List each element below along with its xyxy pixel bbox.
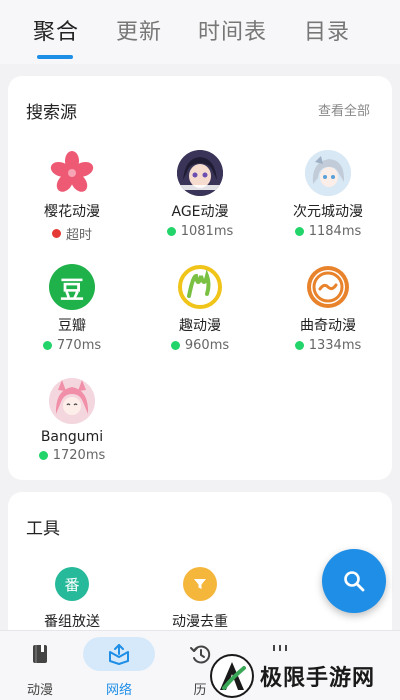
tab-schedule[interactable]: 时间表 — [198, 14, 267, 46]
search-icon — [344, 571, 365, 592]
source-name: 趣动漫 — [179, 318, 221, 334]
source-status-text: 1720ms — [52, 448, 106, 463]
douban-logo: 豆 — [49, 264, 95, 310]
nav-label: 动漫 — [26, 683, 53, 698]
tool-name: 番组放送 — [44, 614, 100, 630]
source-status-text: 1081ms — [180, 224, 234, 239]
source-name: 樱花动漫 — [44, 204, 100, 220]
source-status-text: 超时 — [65, 228, 92, 243]
quqi-logo — [305, 264, 351, 310]
tools-title: 工具 — [26, 519, 60, 539]
tab-catalog[interactable]: 目录 — [304, 14, 350, 46]
source-item-qudongman[interactable]: 趣动漫 960ms — [136, 264, 264, 368]
source-item-yinghua[interactable]: 樱花动漫 超时 — [8, 150, 136, 254]
source-status: 770ms — [8, 338, 136, 353]
status-dot-ok — [38, 451, 48, 460]
search-sources-title: 搜索源 — [26, 103, 77, 123]
active-tab-indicator — [37, 55, 73, 59]
source-status: 1081ms — [136, 224, 264, 239]
nav-label: 网络 — [105, 683, 132, 698]
tool-name: 动漫去重 — [172, 614, 228, 630]
douban-logo-text: 豆 — [60, 275, 84, 304]
filter-icon — [183, 567, 217, 601]
watermark-logo-icon — [210, 654, 254, 698]
search-fab-button[interactable] — [322, 549, 386, 613]
source-status: 1184ms — [264, 224, 392, 239]
status-dot-ok — [294, 227, 304, 236]
status-dot-ok — [42, 341, 52, 350]
source-name: 次元城动漫 — [293, 204, 363, 220]
source-status: 960ms — [136, 338, 264, 353]
source-item-ciyuancheng[interactable]: 次元城动漫 1184ms — [264, 150, 392, 254]
broadcast-schedule-icon: 番 — [55, 567, 89, 601]
status-dot-ok — [166, 227, 176, 236]
top-tab-bar: 聚合 更新 时间表 目录 — [0, 0, 400, 64]
source-status-text: 1334ms — [308, 338, 362, 353]
search-sources-card: 搜索源 查看全部 樱花动漫 超时 AGE动漫 1081ms 次元城动漫 1184… — [8, 76, 392, 480]
sakura-flower-icon — [49, 150, 95, 196]
tab-aggregate[interactable]: 聚合 — [33, 14, 79, 46]
status-dot-timeout — [51, 229, 61, 238]
watermark-text: 极限手游网 — [260, 665, 376, 691]
source-status: 1334ms — [264, 338, 392, 353]
tool-dedupe[interactable]: 动漫去重 — [136, 567, 264, 631]
history-icon — [190, 645, 211, 664]
tool-broadcast-schedule[interactable]: 番 番组放送 — [8, 567, 136, 631]
source-status-text: 770ms — [56, 338, 102, 353]
source-item-douban[interactable]: 豆 豆瓣 770ms — [8, 264, 136, 368]
broadcast-schedule-glyph: 番 — [64, 575, 80, 594]
source-status: 超时 — [8, 224, 136, 243]
source-status-text: 1184ms — [308, 224, 362, 239]
source-name: Bangumi — [40, 429, 104, 445]
bangumi-avatar — [49, 378, 95, 424]
source-name: 豆瓣 — [58, 318, 86, 334]
nav-item-network[interactable]: 网络 — [79, 635, 159, 698]
source-item-bangumi[interactable]: Bangumi 1720ms — [8, 378, 136, 482]
watermark: 极限手游网 — [210, 652, 400, 700]
nav-item-anime[interactable]: 动漫 — [0, 635, 80, 698]
qudongman-logo — [177, 264, 223, 310]
tab-updates[interactable]: 更新 — [116, 14, 162, 46]
status-dot-ok — [294, 341, 304, 350]
source-name: 曲奇动漫 — [300, 318, 356, 334]
anime-girl-avatar — [177, 150, 223, 196]
source-status-text: 960ms — [184, 338, 230, 353]
source-item-quqi[interactable]: 曲奇动漫 1334ms — [264, 264, 392, 368]
book-icon — [33, 645, 47, 663]
view-all-link[interactable]: 查看全部 — [318, 100, 370, 119]
source-item-age[interactable]: AGE动漫 1081ms — [136, 150, 264, 254]
source-name: AGE动漫 — [171, 204, 229, 220]
status-dot-ok — [170, 341, 180, 350]
source-status: 1720ms — [8, 448, 136, 463]
anime-character-avatar — [305, 150, 351, 196]
network-box-icon — [109, 644, 129, 665]
